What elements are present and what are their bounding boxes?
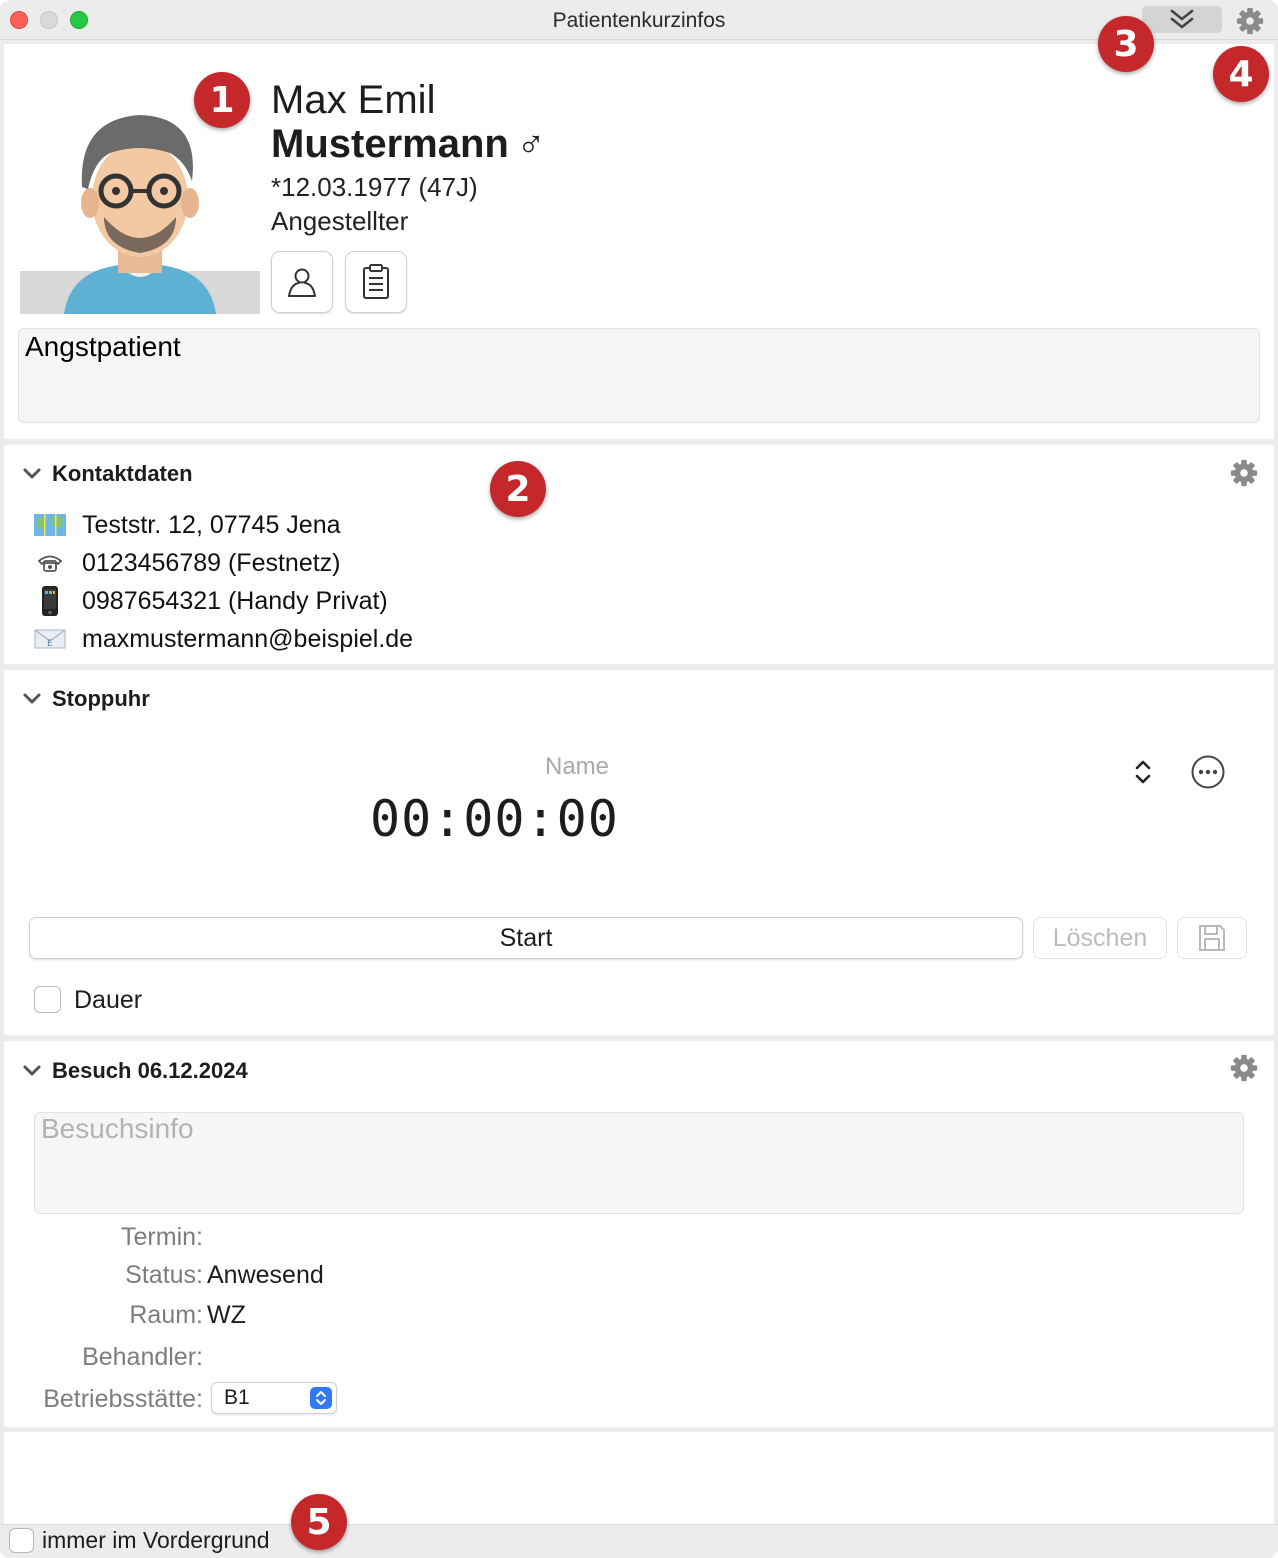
- bottom-bar: immer im Vordergrund: [0, 1524, 1278, 1558]
- patient-occupation: Angestellter: [271, 206, 409, 236]
- location-select[interactable]: B1: [211, 1382, 337, 1414]
- stopwatch-panel: Stoppuhr Name 00:00:00 Start Löschen Dau…: [4, 670, 1274, 1035]
- duration-checkbox[interactable]: [34, 986, 61, 1013]
- select-arrows-icon: [310, 1387, 332, 1409]
- visit-section-title: Besuch 06.12.2024: [52, 1058, 248, 1083]
- clipboard-icon: [363, 264, 389, 299]
- callout-badge-1: 1: [194, 72, 250, 128]
- patient-note-field[interactable]: Angstpatient: [18, 328, 1260, 423]
- person-icon: [288, 268, 316, 297]
- male-gender-icon: ♂: [516, 124, 546, 166]
- contact-landline-row[interactable]: 0123456789 (Festnetz): [32, 546, 341, 580]
- stopwatch-save-button[interactable]: [1177, 917, 1247, 959]
- visit-panel: Besuch 06.12.2024 Besuchsinfo Termin: St…: [4, 1041, 1274, 1427]
- contact-panel: Kontaktdaten Teststr. 12, 07745 Jena 012…: [4, 445, 1274, 664]
- contact-address: Teststr. 12, 07745 Jena: [82, 510, 341, 539]
- window-title: Patientenkurzinfos: [552, 9, 726, 32]
- title-bar: Patientenkurzinfos: [0, 0, 1278, 40]
- chevron-down-icon: [23, 1065, 41, 1076]
- patient-details-button[interactable]: [271, 251, 333, 313]
- contact-mobile: 0987654321 (Handy Privat): [82, 586, 388, 615]
- stopwatch-start-button[interactable]: Start: [29, 917, 1023, 959]
- more-options-icon[interactable]: [1190, 754, 1226, 790]
- callout-badge-3: 3: [1098, 16, 1154, 72]
- envelope-icon: E: [32, 624, 68, 654]
- contact-landline: 0123456789 (Festnetz): [82, 548, 341, 577]
- patient-birth-date: *12.03.1977 (47J): [271, 172, 478, 202]
- duration-label: Dauer: [74, 986, 143, 1014]
- empty-area: [4, 1432, 1274, 1524]
- visit-settings-gear-icon[interactable]: [1229, 1053, 1259, 1083]
- patient-avatar: [20, 109, 260, 314]
- room-label: Raum:: [129, 1301, 203, 1329]
- contact-mobile-row[interactable]: 0987654321 (Handy Privat): [32, 584, 388, 618]
- visit-info-field[interactable]: Besuchsinfo: [34, 1112, 1244, 1214]
- status-label: Status:: [125, 1261, 203, 1289]
- patient-notes-button[interactable]: [345, 251, 407, 313]
- telephone-icon: [32, 548, 68, 578]
- svg-text:E: E: [47, 639, 53, 649]
- visit-info-placeholder: Besuchsinfo: [41, 1113, 194, 1144]
- visit-section-header[interactable]: Besuch 06.12.2024: [22, 1058, 248, 1084]
- mobile-phone-icon: [32, 586, 68, 616]
- stopwatch-section-title: Stoppuhr: [52, 686, 150, 711]
- contact-section-header[interactable]: Kontaktdaten: [22, 461, 193, 487]
- stopwatch-delete-button[interactable]: Löschen: [1033, 917, 1167, 959]
- callout-badge-5: 5: [291, 1494, 347, 1550]
- patient-last-name: Mustermann: [271, 122, 509, 166]
- collapse-all-button[interactable]: [1142, 6, 1222, 33]
- location-select-value: B1: [224, 1386, 250, 1409]
- practitioner-label: Behandler:: [82, 1343, 203, 1371]
- contact-email: maxmustermann@beispiel.de: [82, 624, 414, 653]
- status-value: Anwesend: [207, 1261, 324, 1289]
- callout-badge-2: 2: [490, 461, 546, 517]
- chevron-down-icon: [23, 693, 41, 704]
- settings-gear-icon[interactable]: [1234, 6, 1266, 36]
- double-chevron-down-icon: [1170, 9, 1194, 29]
- patient-last-name-row: Mustermann ♂: [271, 122, 545, 167]
- map-icon: [32, 510, 68, 540]
- stopwatch-time: 00:00:00: [370, 790, 619, 848]
- floppy-disk-icon: [1199, 925, 1225, 951]
- contact-email-row[interactable]: E maxmustermann@beispiel.de: [32, 622, 413, 656]
- up-down-stepper-icon[interactable]: [1128, 756, 1158, 788]
- location-label: Betriebsstätte:: [43, 1385, 203, 1413]
- always-on-top-checkbox[interactable]: [9, 1528, 34, 1553]
- contact-section-title: Kontaktdaten: [52, 461, 193, 486]
- app-window: Patientenkurzinfos Max Emil Mustermann ♂…: [0, 0, 1278, 1558]
- patient-note-text: Angstpatient: [25, 331, 181, 362]
- patient-first-names: Max Emil: [271, 78, 436, 122]
- chevron-down-icon: [23, 468, 41, 479]
- always-on-top-label: immer im Vordergrund: [42, 1527, 270, 1553]
- appointment-label: Termin:: [121, 1223, 203, 1251]
- room-value: WZ: [207, 1301, 246, 1329]
- callout-badge-4: 4: [1213, 46, 1269, 102]
- contact-settings-gear-icon[interactable]: [1229, 458, 1259, 488]
- stopwatch-section-header[interactable]: Stoppuhr: [22, 686, 150, 712]
- contact-address-row[interactable]: Teststr. 12, 07745 Jena: [32, 508, 341, 542]
- stopwatch-name-field[interactable]: Name: [545, 753, 609, 781]
